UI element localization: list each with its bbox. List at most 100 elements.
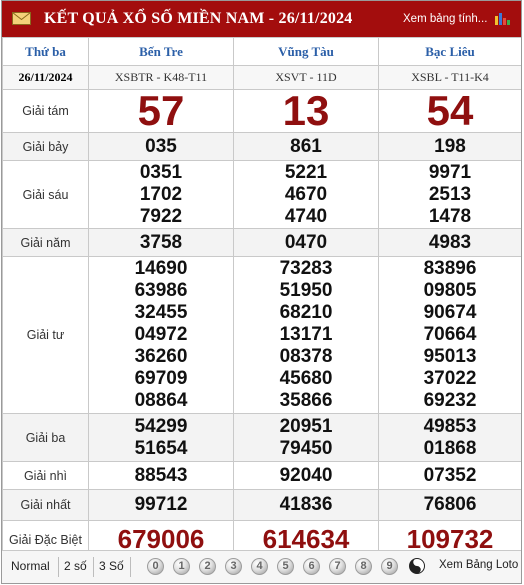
digit-ball-3[interactable]: 3 xyxy=(225,558,242,575)
prize-label: Giải bảy xyxy=(2,132,89,161)
weekday-label: Thứ ba xyxy=(2,37,89,66)
winning-number: 9971 xyxy=(428,161,472,183)
prize-label: Giải nhì xyxy=(2,461,89,490)
winning-number: 01868 xyxy=(423,437,477,459)
winning-number: 13171 xyxy=(279,324,333,345)
prize-row: Giải sáu 0351 1702 7922 5221 4670 4740 9971 2513… xyxy=(2,160,521,229)
winning-number: 51654 xyxy=(134,437,188,459)
winning-number: 20951 xyxy=(279,415,333,437)
province-header-row: Thứ ba Bến Tre Vũng Tàu Bạc Liêu xyxy=(2,37,521,66)
prize-cell: 83896 09805 90674 70664 95013 37022 69232 xyxy=(378,256,521,414)
winning-number: 4670 xyxy=(284,183,328,205)
winning-number: 1478 xyxy=(428,205,472,227)
winning-number: 14690 xyxy=(134,258,188,279)
footer-bar: Normal 2 số 3 Số 0123456789 Xem Bảng Lot… xyxy=(2,550,521,583)
prize-row: Giải tám 57 13 54 xyxy=(2,87,521,134)
winning-number: 35866 xyxy=(279,390,333,411)
prize-cell: 20951 79450 xyxy=(233,413,379,462)
winning-number: 861 xyxy=(290,135,322,157)
winning-number: 4983 xyxy=(428,231,472,253)
digit-ball-6[interactable]: 6 xyxy=(303,558,320,575)
winning-number: 83896 xyxy=(423,258,477,279)
winning-number: 37022 xyxy=(423,368,477,389)
winning-number: 36260 xyxy=(134,346,188,367)
winning-number: 04972 xyxy=(134,324,188,345)
prize-cell: 76806 xyxy=(378,489,521,521)
winning-number: 57 xyxy=(137,87,185,134)
winning-number: 4740 xyxy=(284,205,328,227)
prize-row: Giải nhất 99712 41836 76806 xyxy=(2,489,521,521)
ticket-code: XSBL - T11-K4 xyxy=(378,65,521,90)
winning-number: 73283 xyxy=(279,258,333,279)
digit-ball-0[interactable]: 0 xyxy=(147,558,164,575)
winning-number: 45680 xyxy=(279,368,333,389)
digit-ball-7[interactable]: 7 xyxy=(329,558,346,575)
tab-normal[interactable]: Normal xyxy=(11,559,50,573)
tab-2-so[interactable]: 2 số xyxy=(64,559,87,573)
digit-ball-2[interactable]: 2 xyxy=(199,558,216,575)
winning-number: 7922 xyxy=(139,205,183,227)
prize-cell: 14690 63986 32455 04972 36260 69709 08864 xyxy=(88,256,234,414)
winning-number: 69709 xyxy=(134,368,188,389)
prize-cell: 41836 xyxy=(233,489,379,521)
results-table: Thứ ba Bến Tre Vũng Tàu Bạc Liêu 26/11/2… xyxy=(2,37,521,559)
province-bac-lieu[interactable]: Bạc Liêu xyxy=(378,37,521,66)
bar-chart-icon[interactable] xyxy=(494,11,512,25)
prize-label: Giải năm xyxy=(2,228,89,257)
prize-label: Giải nhất xyxy=(2,489,89,521)
province-vung-tau[interactable]: Vũng Tàu xyxy=(233,37,379,66)
draw-date: 26/11/2024 xyxy=(2,65,89,90)
prize-label: Giải sáu xyxy=(2,160,89,229)
prize-cell: 5221 4670 4740 xyxy=(233,160,379,229)
prize-cell: 0470 xyxy=(233,228,379,257)
winning-number: 41836 xyxy=(279,494,333,515)
digit-ball-8[interactable]: 8 xyxy=(355,558,372,575)
prize-cell: 3758 xyxy=(88,228,234,257)
winning-number: 68210 xyxy=(279,302,333,323)
winning-number: 13 xyxy=(282,87,330,134)
winning-number: 2513 xyxy=(428,183,472,205)
yin-yang-icon[interactable] xyxy=(409,558,425,574)
prize-row: Giải năm 3758 0470 4983 xyxy=(2,228,521,257)
digit-ball-9[interactable]: 9 xyxy=(381,558,398,575)
digit-ball-5[interactable]: 5 xyxy=(277,558,294,575)
winning-number: 88543 xyxy=(134,464,188,486)
prize-row: Giải tư 14690 63986 32455 04972 36260 69709 088… xyxy=(2,256,521,414)
winning-number: 63986 xyxy=(134,280,188,301)
prize-cell: 54299 51654 xyxy=(88,413,234,462)
winning-number: 95013 xyxy=(423,346,477,367)
ticket-code: XSBTR - K48-T11 xyxy=(88,65,234,90)
winning-number: 54299 xyxy=(134,415,188,437)
prize-cell: 07352 xyxy=(378,461,521,490)
digit-ball-4[interactable]: 4 xyxy=(251,558,268,575)
prize-label: Giải tư xyxy=(2,256,89,414)
winning-number: 79450 xyxy=(279,437,333,459)
winning-number: 09805 xyxy=(423,280,477,301)
view-spreadsheet-link[interactable]: Xem bảng tính... xyxy=(403,13,487,25)
view-loto-link[interactable]: Xem Bảng Loto xyxy=(439,559,518,571)
winning-number: 0470 xyxy=(284,231,328,253)
prize-cell: 73283 51950 68210 13171 08378 45680 35866 xyxy=(233,256,379,414)
tab-3-so[interactable]: 3 Số xyxy=(99,559,124,573)
winning-number: 3758 xyxy=(139,231,183,253)
winning-number: 49853 xyxy=(423,415,477,437)
prize-cell: 88543 xyxy=(88,461,234,490)
winning-number: 51950 xyxy=(279,280,333,301)
prize-cell: 92040 xyxy=(233,461,379,490)
winning-number: 54 xyxy=(426,87,474,134)
prize-cell: 4983 xyxy=(378,228,521,257)
winning-number: 035 xyxy=(145,135,177,157)
mail-icon[interactable] xyxy=(12,12,31,25)
winning-number: 07352 xyxy=(423,464,477,486)
winning-number: 70664 xyxy=(423,324,477,345)
prize-cell: 99712 xyxy=(88,489,234,521)
winning-number: 32455 xyxy=(134,302,188,323)
province-ben-tre[interactable]: Bến Tre xyxy=(88,37,234,66)
divider xyxy=(58,557,59,577)
prize-cell: 49853 01868 xyxy=(378,413,521,462)
winning-number: 08378 xyxy=(279,346,333,367)
digit-ball-1[interactable]: 1 xyxy=(173,558,190,575)
prize-cell: 861 xyxy=(233,132,379,161)
prize-cell: 57 xyxy=(88,87,234,134)
prize-label: Giải ba xyxy=(2,413,89,462)
